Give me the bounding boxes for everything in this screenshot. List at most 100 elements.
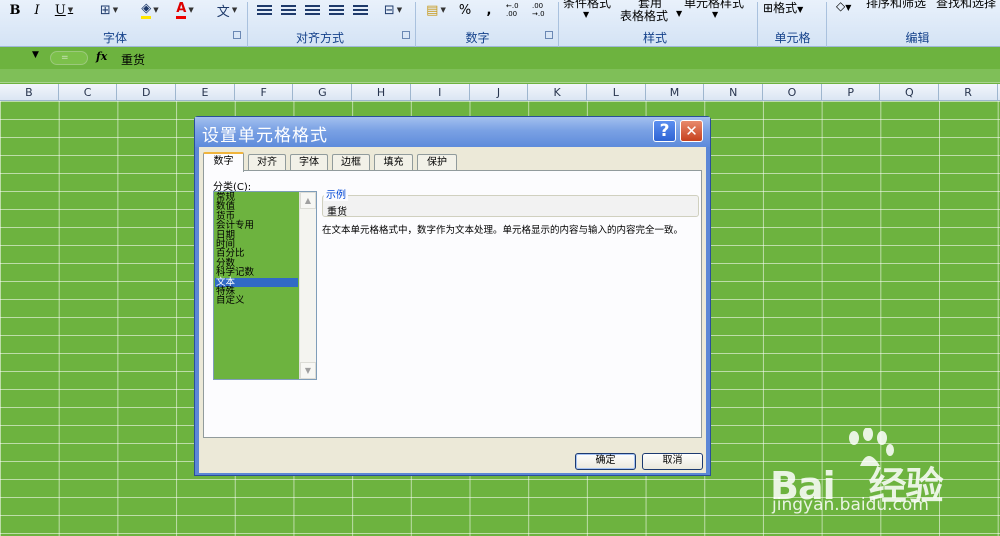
column-header[interactable]: G: [294, 84, 353, 101]
category-description: 在文本单元格格式中，数字作为文本处理。单元格显示的内容与输入的内容完全一致。: [322, 225, 684, 236]
sample-label: 示例: [324, 186, 348, 201]
ok-button[interactable]: 确定: [575, 453, 636, 470]
close-icon[interactable]: ✕: [680, 120, 703, 142]
find-select-button[interactable]: 查找和选择: [936, 0, 996, 11]
dialog-titlebar[interactable]: 设置单元格格式 ? ✕: [195, 117, 710, 147]
accounting-icon: ▤: [426, 2, 439, 18]
font-color-button[interactable]: A ▼: [170, 0, 200, 20]
font-dialog-launcher[interactable]: [233, 31, 241, 39]
table-format-button[interactable]: 表格格式: [620, 7, 668, 24]
tab-alignment[interactable]: 对齐: [248, 154, 286, 171]
column-header[interactable]: N: [704, 84, 764, 101]
group-styles-label: 样式: [642, 31, 667, 45]
column-header[interactable]: C: [59, 84, 118, 101]
increase-indent-button[interactable]: [351, 0, 369, 20]
increase-indent-icon: [352, 4, 368, 16]
decrease-indent-icon: [328, 4, 344, 16]
watermark-url: jingyan.baidu.com: [772, 495, 929, 515]
cancel-button[interactable]: 取消: [642, 453, 703, 470]
column-header[interactable]: F: [235, 84, 294, 101]
align-right-icon: [304, 4, 320, 16]
ribbon: B I U ▼ ⊞ ▼ ◈ ▼ A ▼ 文 ▼ ⊟ ▼ ▤ ▼ % , ←.0 .00 .00…: [0, 0, 1000, 47]
column-header[interactable]: D: [117, 84, 177, 101]
column-headers: BCDEFGHIJKLMNOPQR: [0, 84, 1000, 101]
category-scrollbar[interactable]: ▲ ▼: [299, 192, 316, 379]
column-header[interactable]: R: [939, 84, 998, 101]
conditional-format-dropdown[interactable]: ▼: [583, 10, 589, 19]
format-cells-dialog: 设置单元格格式 ? ✕ 数字 对齐 字体 边框 填充 保护 分类(C): 常规 …: [194, 116, 711, 476]
align-left-icon: [256, 4, 272, 16]
formula-bar: ▼ = fx 重货: [0, 48, 1000, 69]
cell-style-dropdown[interactable]: ▼: [712, 10, 718, 19]
number-dialog-launcher[interactable]: [545, 31, 553, 39]
borders-icon: ⊞: [99, 2, 111, 18]
column-header[interactable]: I: [411, 84, 470, 101]
align-center-icon: [280, 4, 296, 16]
sort-filter-button[interactable]: 排序和筛选: [866, 0, 926, 11]
borders-button[interactable]: ⊞ ▼: [94, 0, 124, 20]
sample-box: [322, 195, 699, 217]
increase-decimal-button[interactable]: ←.0 .00: [506, 0, 530, 20]
column-header[interactable]: B: [0, 84, 59, 101]
italic-button[interactable]: I: [30, 0, 44, 20]
dialog-title: 设置单元格格式: [202, 126, 328, 146]
merge-icon: ⊟: [383, 2, 395, 18]
bold-button[interactable]: B: [8, 0, 22, 20]
baidu-watermark: Bai 经验 jingyan.baidu.com: [770, 428, 970, 518]
group-font-label: 字体: [102, 31, 127, 45]
underline-button[interactable]: U ▼: [52, 0, 76, 20]
eraser-icon: ◇: [836, 0, 846, 13]
column-header[interactable]: H: [352, 84, 411, 101]
align-center-button[interactable]: [279, 0, 297, 20]
formula-bar-strip: [0, 69, 1000, 83]
tab-protection[interactable]: 保护: [417, 154, 457, 171]
column-header[interactable]: O: [763, 84, 822, 101]
align-left-button[interactable]: [255, 0, 273, 20]
column-header[interactable]: J: [470, 84, 529, 101]
group-alignment-label: 对齐方式: [295, 31, 344, 45]
accounting-format-button[interactable]: ▤ ▼: [420, 0, 452, 20]
group-editing-label: 编辑: [905, 31, 930, 45]
merge-center-button[interactable]: ⊟ ▼: [378, 0, 408, 20]
insert-function-icon[interactable]: fx: [96, 50, 107, 63]
help-icon[interactable]: ?: [653, 120, 676, 142]
category-item[interactable]: 自定义: [215, 296, 298, 306]
tab-fill[interactable]: 填充: [374, 154, 413, 171]
column-header[interactable]: K: [528, 84, 587, 101]
formula-bar-expand[interactable]: =: [50, 51, 88, 65]
table-format-dropdown[interactable]: ▼: [676, 9, 682, 18]
clear-button[interactable]: ◇▼: [836, 0, 851, 13]
name-box-dropdown-icon[interactable]: ▼: [32, 50, 39, 60]
group-cells-label: 单元格: [774, 31, 811, 45]
tab-number[interactable]: 数字: [203, 152, 244, 172]
formula-input[interactable]: 重货: [121, 51, 145, 68]
percent-button[interactable]: %: [456, 0, 474, 20]
tab-border[interactable]: 边框: [332, 154, 370, 171]
decrease-indent-button[interactable]: [327, 0, 345, 20]
fill-color-icon: ◈: [141, 1, 152, 19]
column-header[interactable]: P: [822, 84, 881, 101]
phonetic-button[interactable]: 文 ▼: [212, 0, 242, 20]
name-box[interactable]: [0, 50, 50, 67]
column-header[interactable]: Q: [881, 84, 940, 101]
dialog-body: 数字 对齐 字体 边框 填充 保护 分类(C): 常规 数值 货币 会计专用 日…: [199, 147, 706, 473]
fill-color-button[interactable]: ◈ ▼: [134, 0, 166, 20]
decrease-decimal-button[interactable]: .00 →.0: [532, 0, 556, 20]
comma-button[interactable]: ,: [482, 0, 496, 20]
align-right-button[interactable]: [303, 0, 321, 20]
group-number-label: 数字: [465, 31, 490, 45]
sample-value: 重货: [327, 207, 347, 218]
column-header[interactable]: E: [176, 84, 235, 101]
category-list[interactable]: 常规 数值 货币 会计专用 日期 时间 百分比 分数 科学记数 文本 特殊 自定…: [213, 191, 317, 380]
scroll-down-icon[interactable]: ▼: [300, 362, 316, 379]
format-icon: ⊞: [763, 1, 774, 15]
format-button[interactable]: ⊞格式▼: [763, 0, 803, 16]
column-header[interactable]: M: [646, 84, 705, 101]
alignment-dialog-launcher[interactable]: [402, 31, 410, 39]
tab-font[interactable]: 字体: [290, 154, 328, 171]
ribbon-tools: B I U ▼ ⊞ ▼ ◈ ▼ A ▼ 文 ▼ ⊟ ▼ ▤ ▼ % , ←.0 .00 .00…: [0, 0, 1000, 26]
ribbon-group-labels: 字体 对齐方式 数字 样式 单元格 编辑: [0, 2, 1000, 47]
column-header[interactable]: L: [587, 84, 646, 101]
number-tab-panel: 分类(C): 常规 数值 货币 会计专用 日期 时间 百分比 分数 科学记数 文…: [203, 170, 702, 438]
scroll-up-icon[interactable]: ▲: [300, 192, 316, 209]
